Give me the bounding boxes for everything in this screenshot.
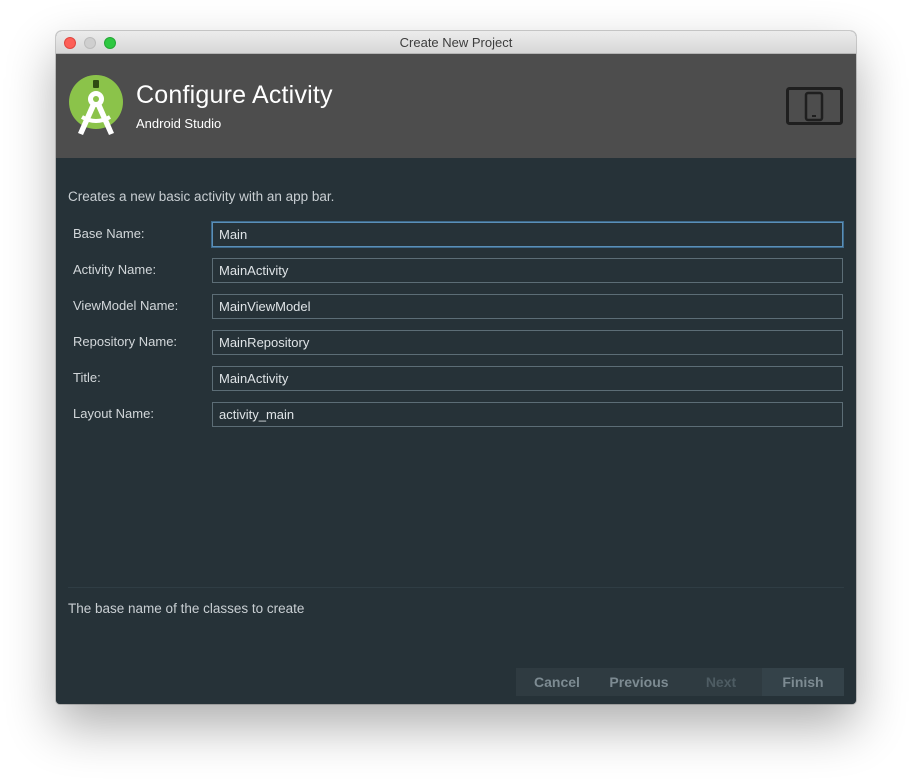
previous-button[interactable]: Previous	[598, 668, 680, 696]
create-project-window: Create New Project Configure Activity An…	[56, 31, 856, 704]
finish-button[interactable]: Finish	[762, 668, 844, 696]
field-hint: The base name of the classes to create	[68, 601, 305, 616]
viewmodel-name-label: ViewModel Name:	[73, 298, 179, 313]
title-label: Title:	[73, 370, 101, 385]
form-row-title: Title: MainActivity	[56, 366, 856, 392]
wizard-header: Configure Activity Android Studio	[56, 54, 856, 158]
title-input[interactable]: MainActivity	[212, 366, 843, 391]
page-title: Configure Activity	[136, 81, 333, 109]
viewmodel-name-input[interactable]: MainViewModel	[212, 294, 843, 319]
wizard-content: Creates a new basic activity with an app…	[56, 158, 856, 704]
form-row-base-name: Base Name: Main	[56, 222, 856, 248]
layout-name-label: Layout Name:	[73, 406, 154, 421]
hint-divider	[68, 587, 844, 588]
phone-tablet-icon	[786, 87, 843, 125]
form-row-activity-name: Activity Name: MainActivity	[56, 258, 856, 284]
repository-name-input[interactable]: MainRepository	[212, 330, 843, 355]
base-name-input[interactable]: Main	[212, 222, 843, 247]
activity-name-label: Activity Name:	[73, 262, 157, 277]
form-row-viewmodel-name: ViewModel Name: MainViewModel	[56, 294, 856, 320]
page-subtitle: Android Studio	[136, 116, 222, 131]
wizard-button-bar: Cancel Previous Next Finish	[516, 668, 844, 696]
next-button[interactable]: Next	[680, 668, 762, 696]
form-row-repository-name: Repository Name: MainRepository	[56, 330, 856, 356]
repository-name-label: Repository Name:	[73, 334, 178, 349]
activity-description: Creates a new basic activity with an app…	[68, 189, 335, 204]
activity-name-input[interactable]: MainActivity	[212, 258, 843, 283]
cancel-button[interactable]: Cancel	[516, 668, 598, 696]
android-studio-logo-icon	[69, 75, 123, 135]
layout-name-input[interactable]: activity_main	[212, 402, 843, 427]
window-title: Create New Project	[399, 35, 513, 50]
form-row-layout-name: Layout Name: activity_main	[56, 402, 856, 428]
base-name-label: Base Name:	[73, 226, 145, 241]
window-titlebar: Create New Project	[56, 31, 856, 54]
